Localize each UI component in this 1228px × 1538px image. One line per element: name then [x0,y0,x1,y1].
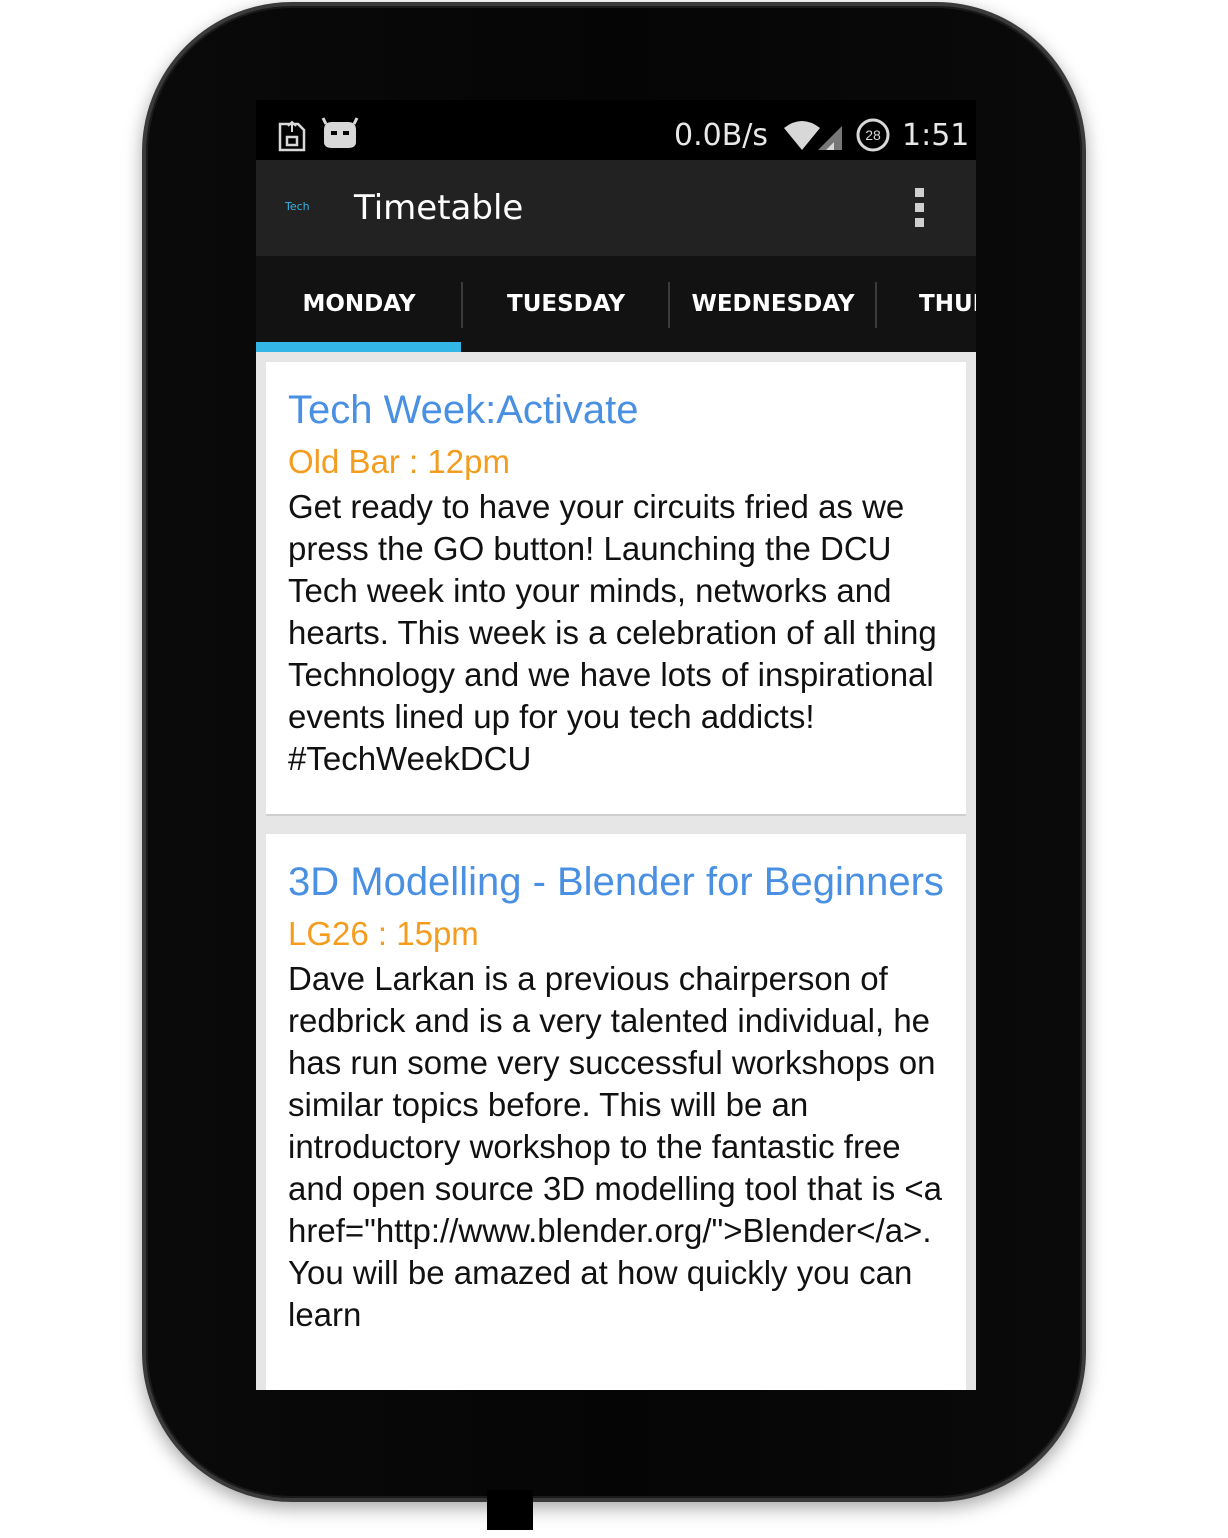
device-screen: 0.0B/s 28 1:51 Tech Timetable MONDAY TUE… [256,100,976,1390]
event-card[interactable]: Tech Week:Activate Old Bar : 12pm Get re… [266,362,966,816]
event-title: 3D Modelling - Blender for Beginners [288,860,944,904]
tab-tuesday[interactable]: TUESDAY [463,256,669,352]
phone-bottom-connector [487,1490,533,1530]
events-list[interactable]: Tech Week:Activate Old Bar : 12pm Get re… [256,352,976,1390]
android-cyanogen-icon [321,117,359,148]
sd-card-icon [278,120,306,152]
tab-monday[interactable]: MONDAY [256,256,462,352]
event-title: Tech Week:Activate [288,388,639,432]
wifi-signal-icon [784,121,842,150]
action-bar: Tech Timetable [256,160,976,256]
network-speed: 0.0B/s [674,118,769,153]
battery-badge: 28 [865,127,881,143]
event-description: Dave Larkan is a previous chairperson of… [288,960,943,1333]
tab-wednesday[interactable]: WEDNESDAY [670,256,876,352]
event-location-time: Old Bar : 12pm [288,443,510,480]
page-title: Timetable [354,188,524,228]
event-description: Get ready to have your circuits fried as… [288,488,937,777]
event-location-time: LG26 : 15pm [288,915,479,952]
status-bar: 0.0B/s 28 1:51 [256,100,976,160]
clock: 1:51 [902,118,970,153]
event-card[interactable]: 3D Modelling - Blender for Beginners LG2… [266,834,966,1390]
app-logo[interactable]: Tech [285,200,310,213]
tab-thursday[interactable]: THUR [877,256,976,352]
selected-tab-indicator [256,342,461,352]
battery-circle-icon: 28 [856,118,890,152]
overflow-menu-icon[interactable] [912,188,928,232]
day-tabs: MONDAY TUESDAY WEDNESDAY THUR [256,256,976,352]
